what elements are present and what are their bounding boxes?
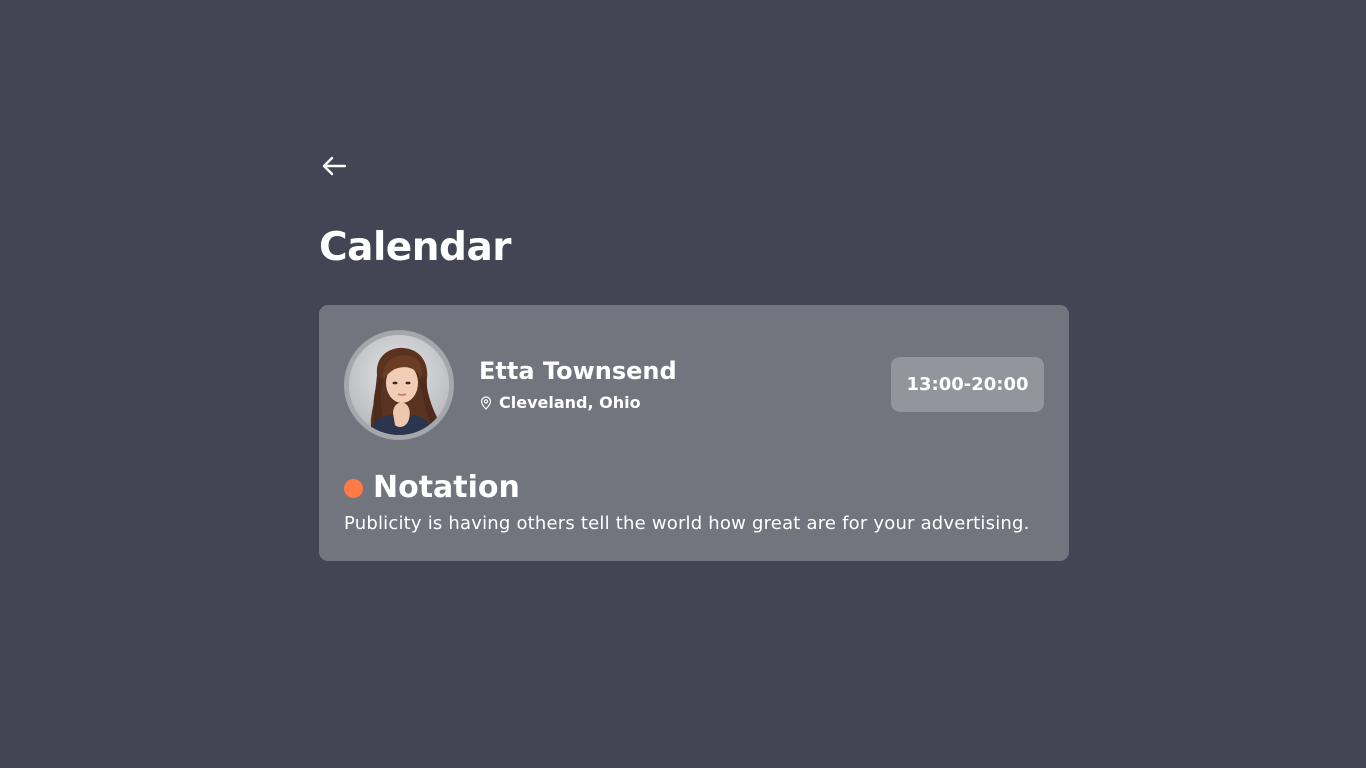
- note-header: Notation: [344, 468, 520, 508]
- time-label: 13:00-20:00: [906, 374, 1029, 395]
- arrow-left-icon: [321, 155, 347, 181]
- location: Cleveland, Ohio: [480, 393, 641, 413]
- avatar: [344, 330, 454, 440]
- event-card[interactable]: Etta Townsend Cleveland, Ohio 13:00-20:0…: [319, 305, 1069, 561]
- note-text: Publicity is having others tell the worl…: [344, 513, 1030, 534]
- calendar-page: Calendar Etta Townsend Cleveland, Ohio 1…: [0, 0, 1366, 768]
- location-label: Cleveland, Ohio: [499, 393, 641, 412]
- status-dot: [344, 478, 363, 498]
- time-badge[interactable]: 13:00-20:00: [891, 357, 1044, 412]
- page-title: Calendar: [319, 225, 512, 270]
- note-title: Notation: [373, 470, 520, 505]
- person-name: Etta Townsend: [479, 357, 677, 385]
- map-pin-icon: [480, 396, 492, 410]
- back-button[interactable]: [319, 154, 349, 182]
